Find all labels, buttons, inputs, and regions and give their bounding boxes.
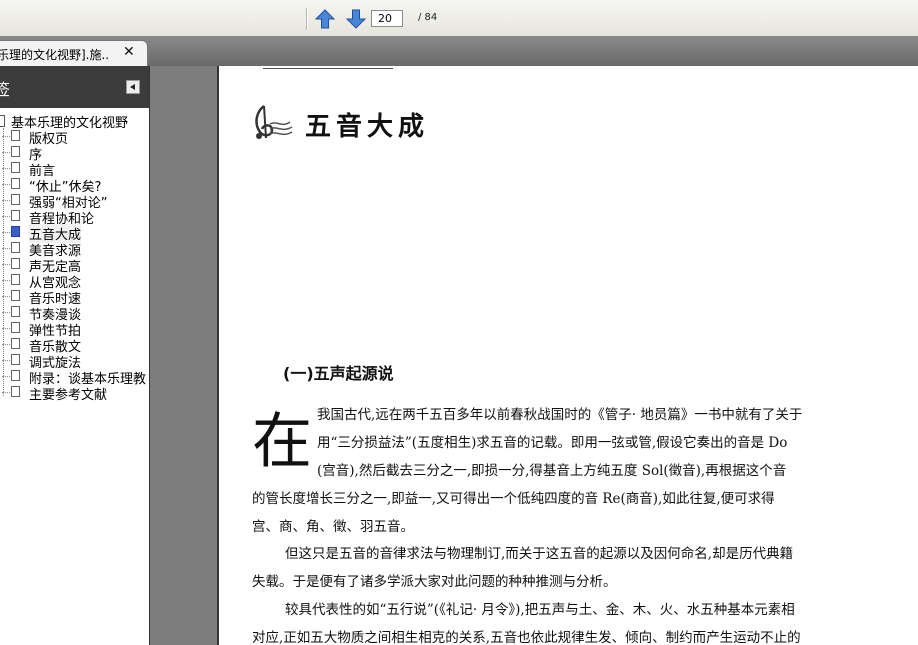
text-line: 宫、商、角、徵、羽五音。	[252, 519, 414, 535]
document-tab[interactable]: 乐理的文化视野].施... ✕	[0, 40, 148, 66]
page-icon	[11, 258, 20, 269]
tab-bar: 乐理的文化视野].施... ✕	[0, 36, 918, 66]
text-line: 对应,正如五大物质之间相生相克的关系,五音也依此规律生发、倾向、制约而产生运动不…	[252, 630, 801, 645]
toolbar: 20 / 84	[0, 0, 918, 37]
page-number-input[interactable]: 20	[371, 10, 403, 27]
page-total: / 84	[418, 12, 438, 23]
page-icon	[11, 274, 20, 285]
tree-connector	[2, 344, 10, 345]
page-icon	[11, 226, 20, 237]
bookmark-label: 主要参考文献	[29, 388, 108, 403]
tree-connector	[2, 264, 10, 265]
page-icon	[11, 194, 20, 205]
page-header-rule	[263, 66, 393, 69]
drop-cap: 在	[252, 407, 312, 477]
section-title: (一)五声起源说	[283, 364, 394, 383]
tree-connector	[2, 200, 10, 201]
tree-connector	[2, 216, 10, 217]
text-line: 但这只是五音的音律求法与物理制订,而关于这五音的起源以及因何命名,却是历代典籍	[285, 546, 794, 562]
text-line: 失载。于是便有了诸多学派大家对此问题的种种推测与分析。	[252, 574, 617, 590]
text-line: (宫音),然后截去三分之一,即损一分,得基音上方纯五度 Sol(徵音),再根据这…	[317, 463, 787, 479]
tree-connector	[2, 184, 10, 185]
arrow-down-icon	[345, 9, 367, 29]
tree-connector	[2, 312, 10, 313]
text-line: 我国古代,远在两千五百多年以前春秋战国时的《管子· 地员篇》一书中就有了关于	[317, 407, 803, 423]
tree-connector	[2, 328, 10, 329]
page-icon	[11, 338, 20, 349]
page-icon	[11, 178, 20, 189]
page-icon	[11, 130, 20, 141]
page-icon	[11, 290, 20, 301]
tree-connector	[2, 376, 10, 377]
page-icon	[11, 322, 20, 333]
tab-title: 乐理的文化视野].施...	[0, 48, 109, 62]
page-icon	[11, 370, 20, 381]
page-icon	[11, 146, 20, 157]
text-line: 用“三分损益法”(五度相生)求五音的记载。即用一弦或管,假设它奏出的音是 Do	[317, 435, 788, 451]
collapse-sidebar-button[interactable]	[126, 80, 140, 94]
page-icon	[11, 354, 20, 365]
tree-connector	[2, 392, 10, 393]
page-icon	[11, 210, 20, 221]
sidebar-header: 签	[0, 66, 149, 108]
text-line: 较具代表性的如“五行说”(《礼记· 月令》),把五声与土、金、木、火、水五种基本…	[285, 602, 795, 618]
next-page-button[interactable]	[345, 9, 367, 29]
page-icon	[11, 162, 20, 173]
toolbar-separator	[306, 8, 308, 30]
close-icon[interactable]: ✕	[123, 44, 135, 60]
page-icon	[11, 386, 20, 397]
text-line: 的管长度增长三分之一,即益一,又可得出一个低纯四度的音 Re(商音),如此往复,…	[252, 491, 775, 507]
tree-connector	[2, 296, 10, 297]
page-icon	[11, 242, 20, 253]
tree-connector	[2, 136, 10, 137]
tree-connector	[2, 360, 10, 361]
page-icon	[11, 306, 20, 317]
arrow-up-icon	[314, 9, 336, 29]
tree-connector	[2, 152, 10, 153]
document-page: 五音大成 (一)五声起源说 在 我国古代,远在两千五百多年以前春秋战国时的《管子…	[217, 66, 918, 645]
music-logo-icon	[255, 105, 293, 139]
collapse-box-icon[interactable]	[0, 115, 5, 127]
tree-connector	[2, 168, 10, 169]
tree-connector	[2, 232, 10, 233]
prev-page-button[interactable]	[314, 9, 336, 29]
chapter-title: 五音大成	[305, 112, 430, 142]
tree-connector	[2, 280, 10, 281]
sidebar-title: 签	[0, 80, 11, 99]
tree-connector	[2, 248, 10, 249]
